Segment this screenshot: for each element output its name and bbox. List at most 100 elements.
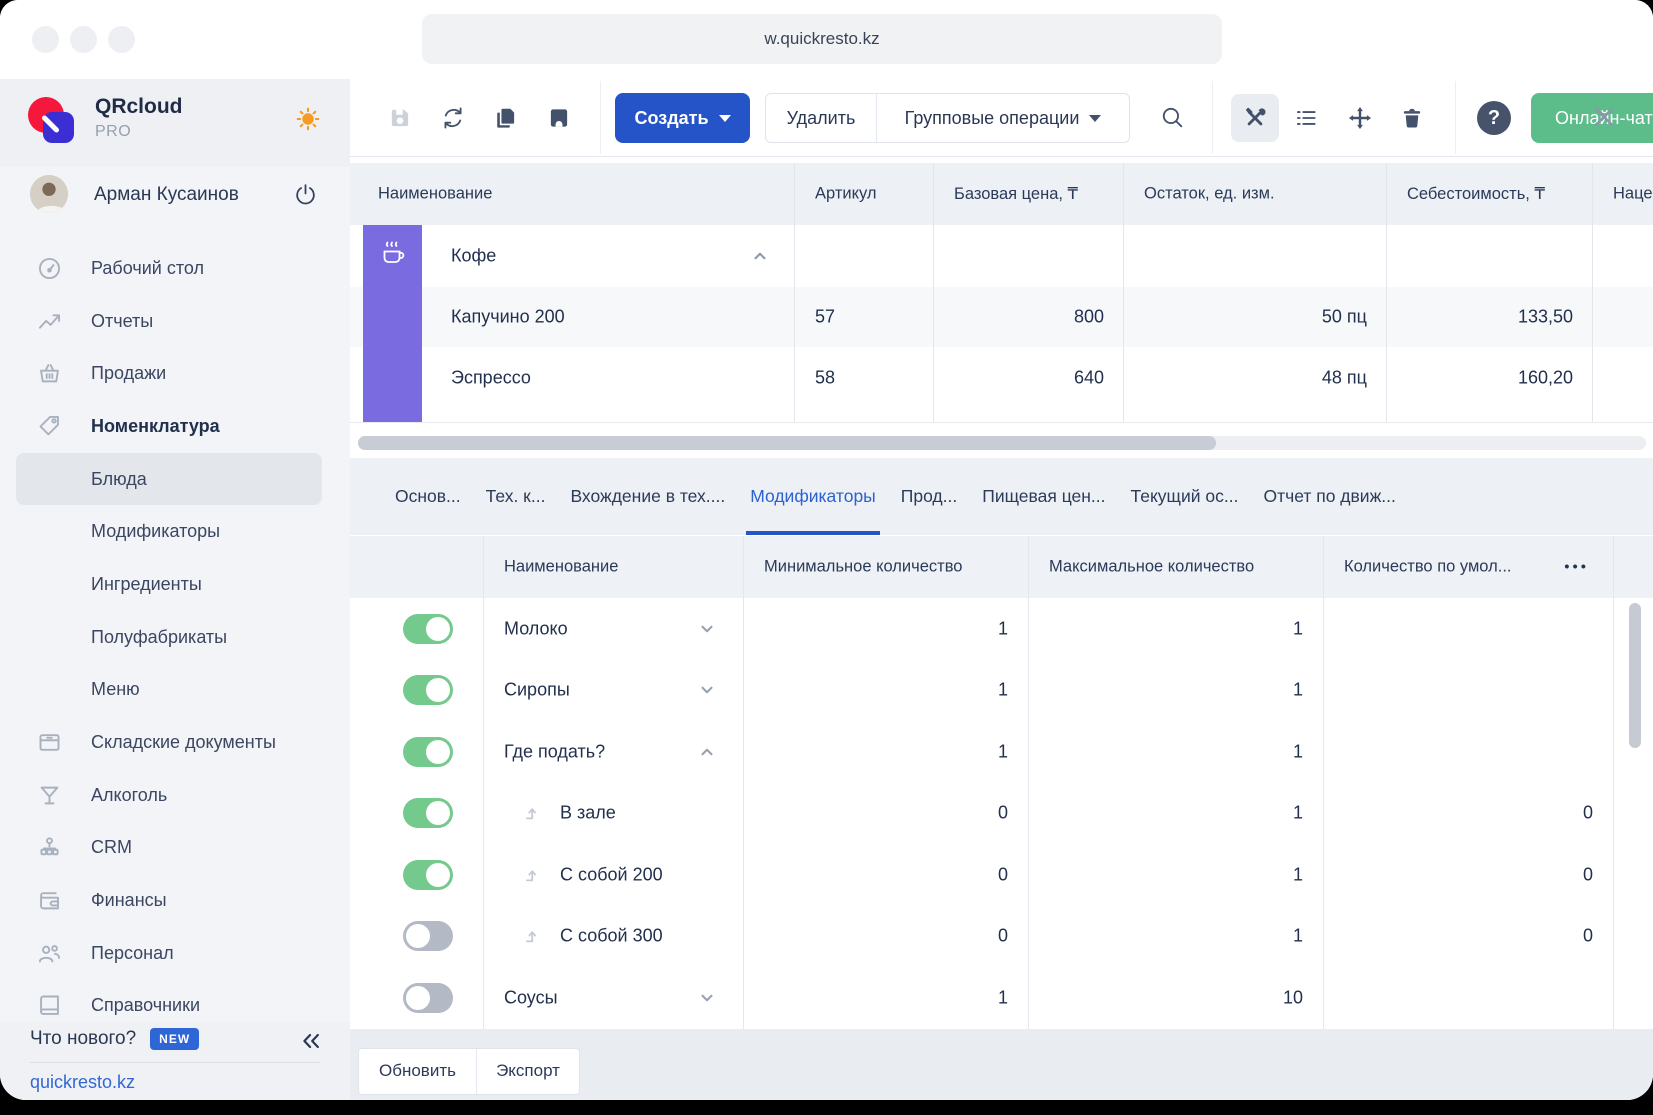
close-panel-icon[interactable] <box>1590 103 1618 131</box>
chevron-down-icon[interactable] <box>697 680 717 700</box>
products-header-cell[interactable]: Остаток, ед. изм. <box>1123 163 1386 225</box>
sidebar-item-алкоголь[interactable]: Алкоголь <box>0 769 350 822</box>
sidebar-item-рабочий-стол[interactable]: Рабочий стол <box>0 242 350 295</box>
product-group-row[interactable]: Кофе <box>350 225 1653 288</box>
vertical-scrollbar-thumb[interactable] <box>1629 603 1641 748</box>
logout-power-icon[interactable] <box>293 182 318 207</box>
modifier-max-qty[interactable]: 1 <box>1293 803 1303 824</box>
sidebar-item-продажи[interactable]: Продажи <box>0 347 350 400</box>
tab-тех-к[interactable]: Тех. к... <box>486 458 546 535</box>
modifier-toggle[interactable] <box>403 798 453 828</box>
sidebar-item-crm[interactable]: CRM <box>0 822 350 875</box>
sidebar-item-модификаторы[interactable]: Модификаторы <box>0 505 350 558</box>
modifiers-header-cell[interactable]: Количество по умол...••• <box>1323 536 1613 598</box>
modifier-toggle[interactable] <box>403 983 453 1013</box>
modifier-row-соусы[interactable]: Соусы110 <box>350 967 1653 1030</box>
window-control-icon[interactable] <box>70 26 97 53</box>
tab-основ[interactable]: Основ... <box>395 458 461 535</box>
modifier-default-qty[interactable]: 0 <box>1583 803 1593 824</box>
chevron-down-icon[interactable] <box>697 619 717 639</box>
refresh-icon[interactable] <box>440 105 466 131</box>
products-header-cell[interactable]: Артикул <box>794 163 933 225</box>
horizontal-scrollbar[interactable] <box>358 436 1646 450</box>
modifier-toggle[interactable] <box>403 675 453 705</box>
sidebar-item-полуфабрикаты[interactable]: Полуфабрикаты <box>0 611 350 664</box>
modifier-min-qty[interactable]: 1 <box>998 741 1008 762</box>
modifier-row-с-собой-200[interactable]: С собой 200010 <box>350 844 1653 907</box>
modifier-max-qty[interactable]: 1 <box>1293 680 1303 701</box>
modifier-default-qty[interactable]: 0 <box>1583 864 1593 885</box>
tab-текущий-ос[interactable]: Текущий ос... <box>1131 458 1239 535</box>
modifier-min-qty[interactable]: 0 <box>998 803 1008 824</box>
modifier-min-qty[interactable]: 0 <box>998 864 1008 885</box>
theme-brightness-icon[interactable] <box>294 105 322 133</box>
modifiers-header-cell[interactable]: Максимальное количество <box>1028 536 1323 598</box>
modifier-max-qty[interactable]: 1 <box>1293 864 1303 885</box>
save-icon[interactable] <box>387 105 413 131</box>
move-icon[interactable] <box>1347 105 1373 131</box>
products-header-cell[interactable]: Наименование <box>358 163 794 225</box>
modifier-min-qty[interactable]: 1 <box>998 680 1008 701</box>
export-button[interactable]: Экспорт <box>477 1049 579 1094</box>
tab-модификаторы[interactable]: Модификаторы <box>750 458 876 535</box>
chevron-up-icon[interactable] <box>750 246 770 266</box>
modifier-row-в-зале[interactable]: В зале010 <box>350 783 1653 846</box>
modifier-min-qty[interactable]: 1 <box>998 987 1008 1008</box>
modifier-toggle[interactable] <box>403 921 453 951</box>
tab-отчет-по-движ[interactable]: Отчет по движ... <box>1263 458 1395 535</box>
horizontal-scrollbar-thumb[interactable] <box>358 436 1216 450</box>
sidebar-item-персонал[interactable]: Персонал <box>0 927 350 980</box>
group-operations-button[interactable]: Групповые операции <box>877 94 1129 142</box>
modifier-max-qty[interactable]: 1 <box>1293 926 1303 947</box>
window-control-icon[interactable] <box>108 26 135 53</box>
sidebar-item-номенклатура[interactable]: Номенклатура <box>0 400 350 453</box>
modifier-row-молоко[interactable]: Молоко11 <box>350 598 1653 661</box>
modifiers-header-cell[interactable] <box>358 536 483 598</box>
sidebar-item-складские-документы[interactable]: Складские документы <box>0 716 350 769</box>
modifier-toggle[interactable] <box>403 614 453 644</box>
window-control-icon[interactable] <box>32 26 59 53</box>
products-header-cell[interactable]: Себестоимость, ₸ <box>1386 163 1592 225</box>
modifier-min-qty[interactable]: 1 <box>998 618 1008 639</box>
modifier-default-qty[interactable]: 0 <box>1583 926 1593 947</box>
help-button[interactable]: ? <box>1477 101 1511 135</box>
open-card-icon[interactable] <box>546 105 572 131</box>
modifier-row-с-собой-300[interactable]: С собой 300010 <box>350 906 1653 969</box>
sidebar-item-финансы[interactable]: Финансы <box>0 874 350 927</box>
sidebar-item-отчеты[interactable]: Отчеты <box>0 295 350 348</box>
modifier-toggle[interactable] <box>403 737 453 767</box>
modifier-max-qty[interactable]: 10 <box>1283 987 1303 1008</box>
modifier-row-где-подать[interactable]: Где подать?11 <box>350 721 1653 784</box>
sidebar-item-меню[interactable]: Меню <box>0 664 350 717</box>
sidebar-item-ингредиенты[interactable]: Ингредиенты <box>0 558 350 611</box>
modifier-min-qty[interactable]: 0 <box>998 926 1008 947</box>
search-icon[interactable] <box>1159 104 1185 130</box>
product-row-капучино-200[interactable]: Капучино 2005780050 пц133,50 <box>350 287 1653 348</box>
avatar[interactable] <box>30 175 68 213</box>
create-button[interactable]: Создать <box>615 93 750 143</box>
tab-вхождение-в-тех[interactable]: Вхождение в тех.... <box>570 458 725 535</box>
products-header-cell[interactable]: Наце <box>1592 163 1653 225</box>
site-link[interactable]: quickresto.kz <box>30 1072 135 1093</box>
duplicate-icon[interactable] <box>493 105 519 131</box>
trash-icon[interactable] <box>1399 105 1425 131</box>
sidebar-item-блюда[interactable]: Блюда <box>16 453 322 506</box>
delete-button[interactable]: Удалить <box>766 94 877 142</box>
more-columns-icon[interactable]: ••• <box>1564 559 1589 576</box>
product-row-partial[interactable] <box>350 409 1653 423</box>
product-row-эспрессо[interactable]: Эспрессо5864048 пц160,20 <box>350 347 1653 410</box>
modifier-toggle[interactable] <box>403 860 453 890</box>
settings-tools-button[interactable] <box>1231 94 1279 142</box>
chevron-up-icon[interactable] <box>697 742 717 762</box>
chevron-down-icon[interactable] <box>697 988 717 1008</box>
tab-пищевая-цен[interactable]: Пищевая цен... <box>982 458 1105 535</box>
products-header-cell[interactable]: Базовая цена, ₸ <box>933 163 1123 225</box>
address-bar[interactable]: w.quickresto.kz <box>422 14 1222 64</box>
modifier-max-qty[interactable]: 1 <box>1293 741 1303 762</box>
modifiers-header-cell[interactable]: Минимальное количество <box>743 536 1028 598</box>
modifier-row-сиропы[interactable]: Сиропы11 <box>350 660 1653 723</box>
modifier-max-qty[interactable]: 1 <box>1293 618 1303 639</box>
collapse-sidebar-icon[interactable] <box>300 1030 322 1052</box>
modifiers-header-cell[interactable]: Наименование <box>483 536 743 598</box>
tab-прод[interactable]: Прод... <box>901 458 957 535</box>
